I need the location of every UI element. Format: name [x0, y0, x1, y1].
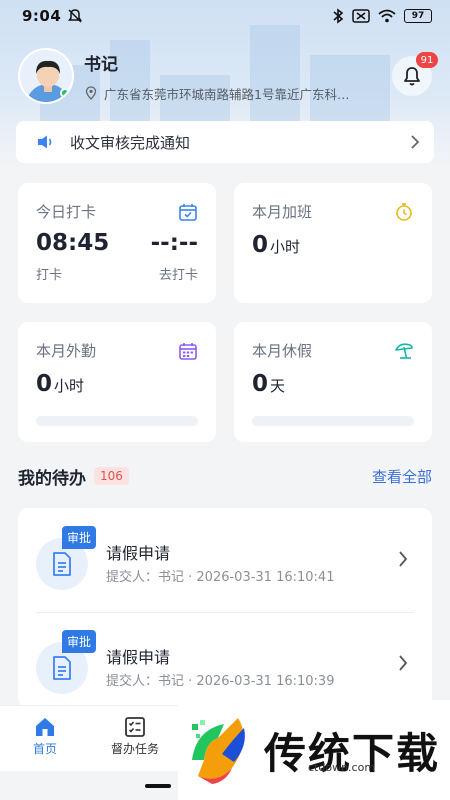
watermark-url: ctdown.com — [308, 761, 376, 774]
todo-item-meta: 提交人：书记 · 2026-03-31 16:10:41 — [106, 570, 335, 585]
user-name: 书记 — [84, 54, 118, 75]
todo-item[interactable]: 审批 请假申请 提交人：书记 · 2026-03-31 16:10:39 — [18, 612, 432, 708]
field-work-title: 本月外勤 — [36, 342, 97, 360]
leave-progress — [252, 416, 414, 426]
view-all-link[interactable]: 查看全部 — [372, 466, 432, 487]
bell-icon — [404, 67, 420, 86]
ctdown-logo — [192, 718, 245, 784]
home-indicator — [145, 784, 171, 788]
chevron-right-icon — [399, 655, 408, 671]
calendar-grid-icon — [179, 342, 197, 360]
checkin-label: 打卡 — [36, 268, 63, 283]
checkin-title: 今日打卡 — [36, 203, 97, 221]
calendar-check-icon — [179, 203, 197, 221]
overtime-value: 0 — [252, 232, 269, 258]
leave-unit: 天 — [270, 377, 286, 395]
location-pin-icon — [85, 86, 97, 100]
todo-item-meta: 提交人：书记 · 2026-03-31 16:10:39 — [106, 674, 335, 689]
leave-value: 0 — [252, 371, 269, 397]
overtime-unit: 小时 — [270, 238, 301, 256]
home-icon — [36, 718, 54, 736]
online-status-dot — [60, 88, 70, 98]
bluetooth-icon — [333, 8, 344, 24]
field-work-unit: 小时 — [54, 377, 85, 395]
leave-title: 本月休假 — [252, 342, 313, 360]
stopwatch-icon — [396, 202, 412, 221]
chevron-right-icon — [399, 551, 408, 567]
field-work-progress — [36, 416, 198, 426]
notification-button[interactable]: 91 — [392, 52, 438, 96]
todo-list: 审批 请假申请 提交人：书记 · 2026-03-31 16:10:41 审批 … — [18, 508, 432, 708]
checkin-card[interactable]: 今日打卡 08:45 --:-- 打卡 去打卡 — [18, 183, 216, 303]
go-checkin-link[interactable]: 去打卡 — [159, 264, 198, 283]
checkin-time: 08:45 — [36, 230, 110, 256]
beach-umbrella-icon — [395, 342, 413, 359]
avatar[interactable] — [18, 48, 74, 104]
watermark-overlay: 传统下载 ctdown.com — [178, 700, 450, 800]
speaker-icon — [38, 135, 52, 149]
todo-item-title: 请假申请 — [106, 544, 171, 563]
tab-supervision-label: 督办任务 — [110, 742, 159, 756]
leave-card[interactable]: 本月休假 0天 — [234, 322, 432, 442]
mute-bell-icon — [68, 9, 83, 23]
todo-section-title: 我的待办 — [18, 468, 86, 489]
battery-icon: 97 — [404, 9, 432, 23]
wifi-icon — [378, 9, 396, 23]
tab-home[interactable]: 首页 — [0, 714, 90, 757]
field-work-card[interactable]: 本月外勤 0 小时 — [18, 322, 216, 442]
document-icon — [53, 552, 71, 576]
no-sim-icon — [352, 9, 370, 23]
todo-section-header: 我的待办 106 查看全部 — [18, 462, 432, 490]
status-time: 9:04 — [22, 7, 62, 25]
tab-supervision-tasks[interactable]: 督办任务 — [90, 714, 180, 757]
field-work-value: 0 — [36, 371, 53, 397]
approval-tag: 审批 — [62, 630, 97, 653]
document-icon — [53, 656, 71, 680]
pending-checkin-time: --:-- — [150, 230, 198, 256]
todo-count-badge: 106 — [94, 467, 129, 485]
status-bar: 9:04 97 — [0, 0, 450, 32]
chevron-right-icon — [411, 135, 420, 149]
overtime-card[interactable]: 本月加班 0 小时 — [234, 183, 432, 303]
approval-tag: 审批 — [62, 526, 97, 549]
user-location: 广东省东莞市环城南路辅路1号靠近广东科… — [84, 84, 374, 103]
notification-badge: 91 — [416, 52, 438, 68]
task-list-icon — [125, 717, 145, 737]
todo-item-title: 请假申请 — [106, 648, 171, 667]
tab-home-label: 首页 — [32, 742, 57, 756]
notice-text: 收文审核完成通知 — [70, 133, 191, 152]
notice-banner[interactable]: 收文审核完成通知 — [16, 121, 434, 163]
user-header: 书记 广东省东莞市环城南路辅路1号靠近广东科… 91 — [18, 46, 438, 106]
location-text: 广东省东莞市环城南路辅路1号靠近广东科… — [104, 86, 350, 102]
overtime-title: 本月加班 — [252, 203, 313, 221]
todo-item[interactable]: 审批 请假申请 提交人：书记 · 2026-03-31 16:10:41 — [18, 508, 432, 613]
